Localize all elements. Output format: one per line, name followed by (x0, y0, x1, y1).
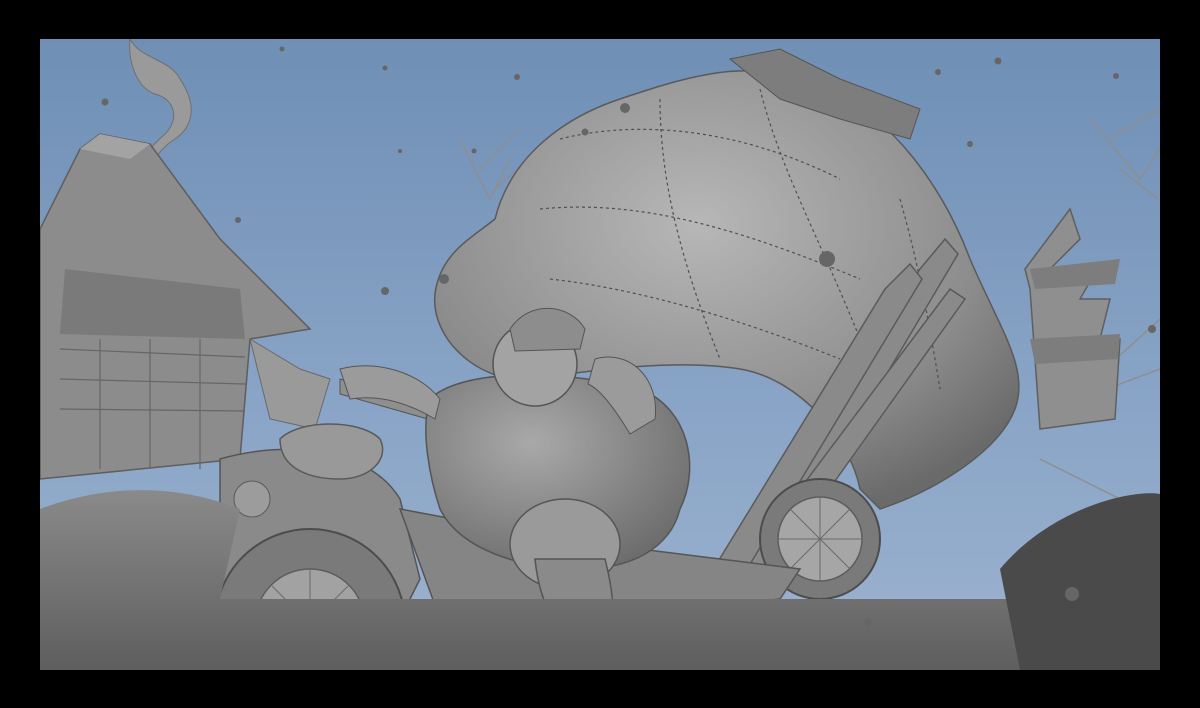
right-mound (1000, 493, 1160, 670)
scene-render (40, 39, 1160, 670)
letterbox-frame (0, 0, 1200, 708)
render-viewport[interactable] (40, 39, 1160, 670)
pagoda-tower-icon (1024, 207, 1121, 430)
wooden-house-icon (40, 133, 331, 480)
